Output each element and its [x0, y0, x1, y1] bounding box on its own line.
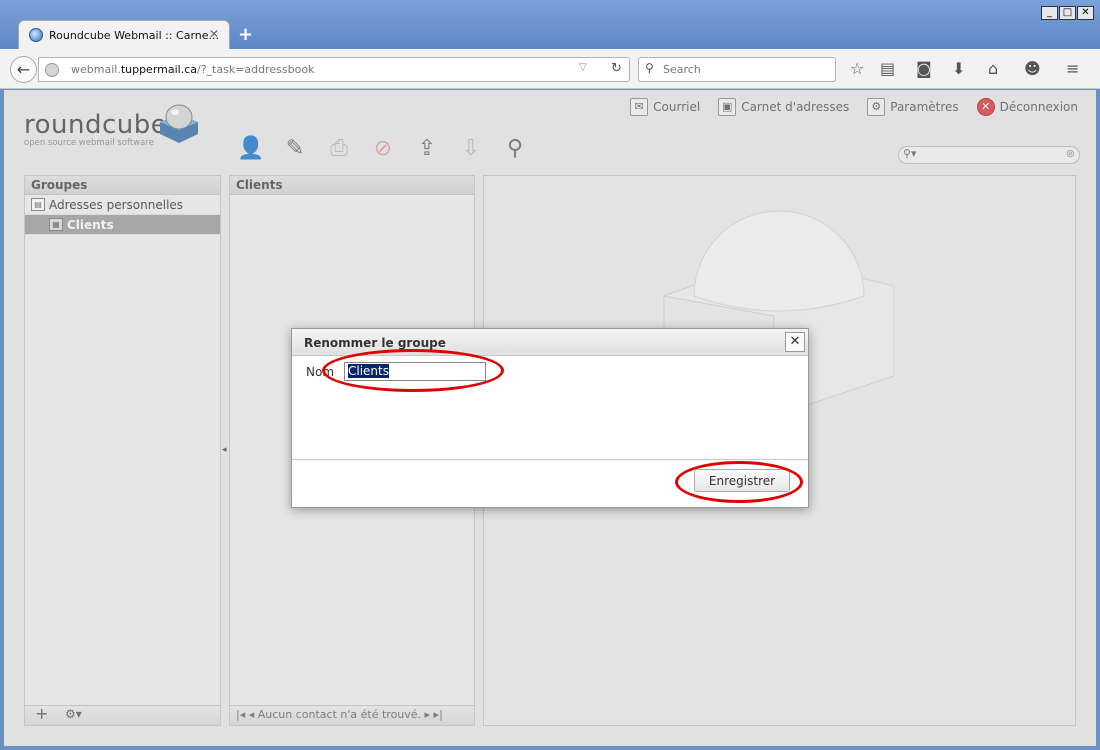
close-window-button[interactable]: ✕ — [1077, 6, 1094, 20]
search-bar[interactable]: ⚲ Search — [638, 57, 836, 82]
annotation-circle-name-field — [322, 349, 504, 392]
bookmarks-menu-icon[interactable]: ▤ — [880, 59, 895, 78]
site-identity-icon[interactable] — [45, 63, 59, 77]
maximize-button[interactable]: □ — [1059, 6, 1076, 20]
tab-close-icon[interactable]: ✕ — [209, 27, 219, 41]
window-controls: _ □ ✕ — [1040, 6, 1094, 20]
roundcube-favicon-icon — [29, 28, 43, 42]
home-icon[interactable]: ⌂ — [988, 59, 998, 78]
browser-tab[interactable]: Roundcube Webmail :: Carne... ✕ — [18, 20, 230, 49]
new-tab-button[interactable]: + — [238, 24, 253, 45]
back-button[interactable]: ← — [10, 56, 37, 83]
browser-navbar: ← webmail.tuppermail.ca/?_task=addressbo… — [0, 49, 1100, 89]
bookmark-star-icon[interactable]: ☆ — [850, 59, 864, 78]
roundcube-page: roundcube open source webmail software ✉… — [4, 90, 1096, 746]
downloads-icon[interactable]: ⬇ — [952, 59, 965, 78]
browser-titlebar: _ □ ✕ Roundcube Webmail :: Carne... ✕ + — [0, 0, 1100, 50]
url-text[interactable]: webmail.tuppermail.ca/?_task=addressbook — [71, 63, 314, 76]
search-icon: ⚲ — [645, 61, 654, 75]
search-placeholder: Search — [663, 63, 701, 76]
tab-title: Roundcube Webmail :: Carne... — [49, 29, 220, 42]
pocket-icon[interactable]: ◙ — [916, 59, 932, 78]
menu-icon[interactable]: ≡ — [1066, 59, 1079, 78]
dialog-close-button[interactable]: ✕ — [785, 332, 805, 352]
reload-icon[interactable]: ↻ — [611, 61, 622, 76]
annotation-circle-save-button — [675, 461, 803, 503]
url-bar[interactable]: webmail.tuppermail.ca/?_task=addressbook… — [38, 57, 630, 82]
url-history-dropdown-icon[interactable]: ▽ — [579, 62, 587, 73]
minimize-button[interactable]: _ — [1041, 6, 1058, 20]
chat-icon[interactable]: ☻ — [1024, 59, 1041, 78]
